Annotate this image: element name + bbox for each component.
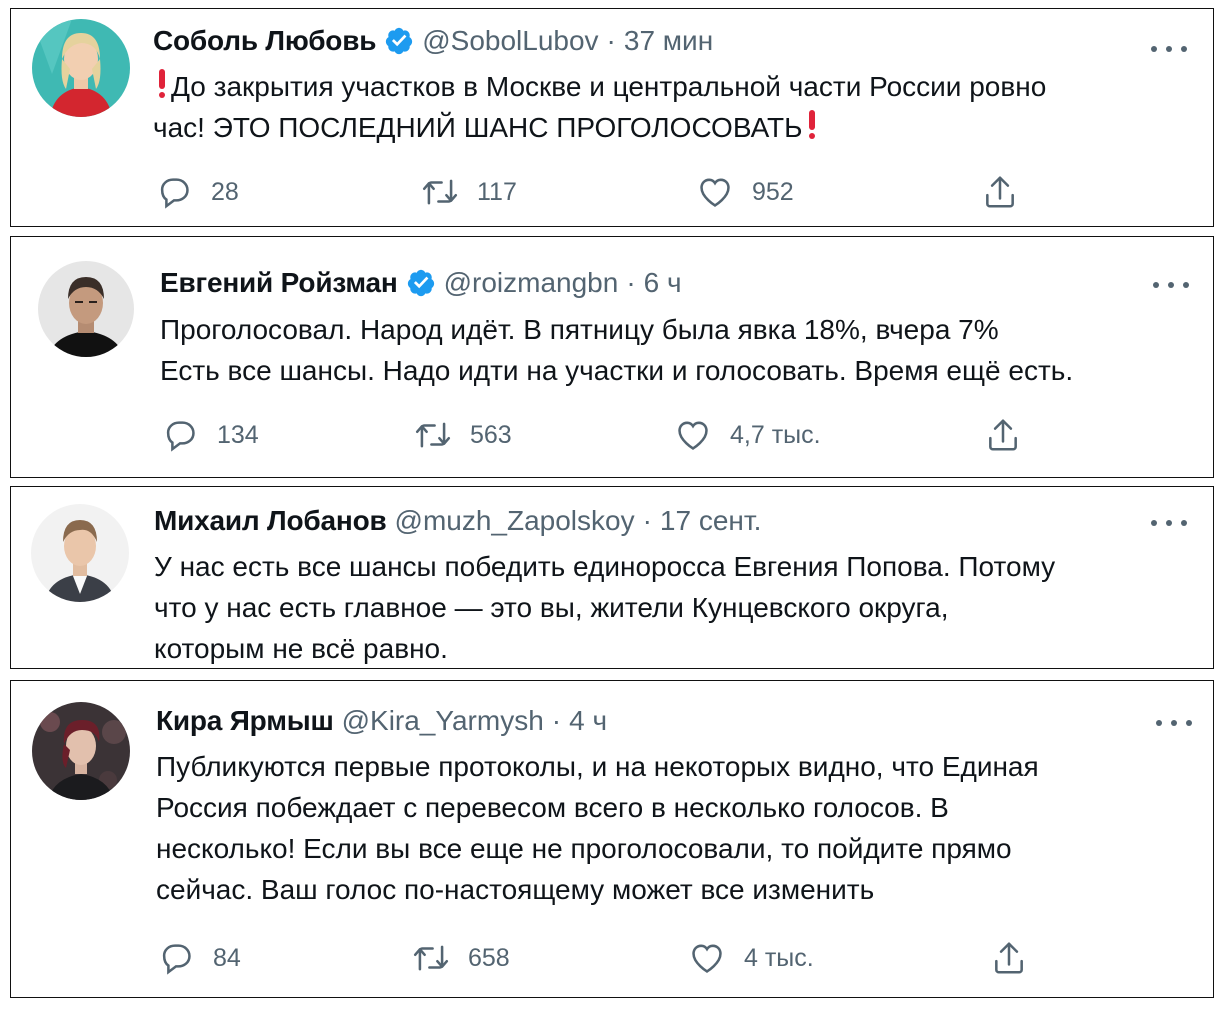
tweet-header: Евгений Ройзман @roizmangbn · 6 ч (160, 266, 682, 300)
like-count: 4 тыс. (744, 943, 814, 972)
reply-count: 84 (213, 943, 241, 972)
reply-button[interactable]: 134 (161, 413, 259, 457)
reply-count: 134 (217, 420, 259, 449)
reply-icon (162, 944, 191, 975)
tweet-actions: 84 658 4 тыс. (11, 936, 1213, 980)
share-icon (989, 419, 1017, 451)
tweet-header: Кира Ярмыш @Kira_Yarmysh · 4 ч (156, 704, 607, 738)
avatar[interactable] (31, 504, 129, 602)
avatar-image (38, 261, 134, 357)
tweet-card[interactable]: Михаил Лобанов @muzh_Zapolskoy · 17 сент… (10, 486, 1214, 669)
like-button[interactable]: 4,7 тыс. (674, 413, 821, 457)
tweet-card[interactable]: Кира Ярмыш @Kira_Yarmysh · 4 ч Публикуют… (10, 680, 1214, 998)
reply-icon (160, 178, 189, 209)
tweet-text-line: До закрытия участков в Москве и централь… (171, 71, 1047, 102)
author-handle[interactable]: @roizmangbn (444, 266, 619, 300)
exclamation-emoji-icon (157, 69, 167, 99)
tweet-timestamp[interactable]: 4 ч (569, 704, 607, 738)
avatar-image (32, 702, 130, 800)
tweet-timestamp[interactable]: 37 мин (624, 24, 713, 58)
like-icon (678, 421, 708, 450)
retweet-icon (415, 422, 451, 448)
like-count: 4,7 тыс. (730, 420, 821, 449)
share-button[interactable] (981, 170, 1037, 214)
author-name[interactable]: Михаил Лобанов (154, 504, 387, 538)
reply-count: 28 (211, 177, 239, 206)
author-name[interactable]: Кира Ярмыш (156, 704, 334, 738)
author-handle[interactable]: @muzh_Zapolskoy (395, 504, 635, 538)
more-icon[interactable] (1156, 713, 1192, 733)
tweet-timestamp[interactable]: 6 ч (644, 266, 682, 300)
retweet-count: 658 (468, 943, 510, 972)
tweet-text-line: час! ЭТО ПОСЛЕДНИЙ ШАНС ПРОГОЛОСОВАТЬ (153, 112, 803, 143)
tweet-text: Публикуются первые протоколы, и на некот… (156, 751, 1039, 905)
tweet-actions: 28 117 952 (11, 170, 1213, 214)
verified-badge-icon (406, 268, 436, 298)
tweet-header: Михаил Лобанов @muzh_Zapolskoy · 17 сент… (154, 504, 761, 538)
retweet-button[interactable]: 658 (412, 936, 510, 980)
more-icon[interactable] (1153, 275, 1189, 295)
reply-icon (166, 421, 195, 452)
share-button[interactable] (990, 936, 1046, 980)
exclamation-emoji-icon (807, 110, 817, 140)
separator-dot: · (642, 505, 652, 536)
tweet-text: До закрытия участков в Москве и централь… (153, 66, 1046, 148)
like-icon (692, 944, 722, 973)
separator-dot: · (551, 705, 562, 736)
avatar[interactable] (38, 261, 134, 357)
share-icon (986, 176, 1014, 208)
retweet-icon (413, 945, 449, 971)
avatar[interactable] (32, 19, 130, 117)
retweet-button[interactable]: 563 (414, 413, 512, 457)
retweet-count: 563 (470, 420, 512, 449)
retweet-button[interactable]: 117 (421, 170, 517, 214)
tweet-header: Соболь Любовь @SobolLubov · 37 мин (153, 24, 713, 58)
share-icon (995, 942, 1023, 974)
share-button[interactable] (984, 413, 1040, 457)
avatar-image (31, 504, 129, 602)
tweet-text: У нас есть все шансы победить единоросса… (154, 551, 1056, 664)
separator-dot: · (606, 25, 616, 56)
reply-button[interactable]: 84 (157, 936, 241, 980)
author-handle[interactable]: @SobolLubov (422, 24, 598, 58)
tweet-card[interactable]: Евгений Ройзман @roizmangbn · 6 ч Прогол… (10, 236, 1214, 478)
avatar[interactable] (32, 702, 130, 800)
retweet-icon (422, 179, 458, 205)
tweet-text: Проголосовал. Народ идёт. В пятницу была… (160, 314, 1074, 386)
like-button[interactable]: 952 (696, 170, 794, 214)
reply-button[interactable]: 28 (155, 170, 239, 214)
author-handle[interactable]: @Kira_Yarmysh (342, 704, 544, 738)
tweet-actions: 134 563 4,7 тыс. (11, 413, 1213, 457)
verified-badge-icon (384, 26, 414, 56)
retweet-count: 117 (477, 177, 517, 206)
more-icon[interactable] (1151, 513, 1187, 533)
like-icon (700, 178, 730, 207)
avatar-image (32, 19, 130, 117)
like-button[interactable]: 4 тыс. (688, 936, 814, 980)
tweet-timestamp[interactable]: 17 сент. (660, 504, 761, 538)
tweet-card[interactable]: Соболь Любовь @SobolLubov · 37 мин До за… (10, 8, 1214, 227)
author-name[interactable]: Соболь Любовь (153, 24, 376, 58)
like-count: 952 (752, 177, 794, 206)
separator-dot: · (626, 267, 636, 298)
author-name[interactable]: Евгений Ройзман (160, 266, 398, 300)
more-icon[interactable] (1151, 39, 1187, 59)
